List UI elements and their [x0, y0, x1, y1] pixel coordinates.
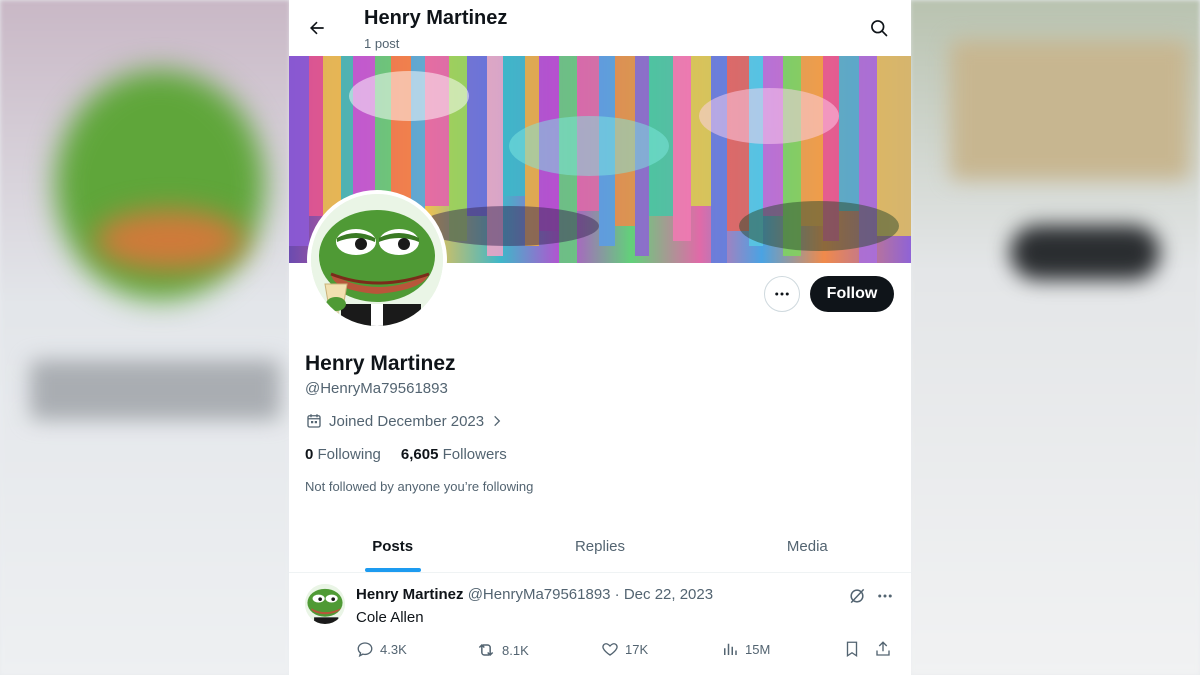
- heart-icon: [602, 643, 618, 656]
- follow-button[interactable]: Follow: [810, 276, 894, 312]
- tab-replies[interactable]: Replies: [496, 520, 703, 572]
- back-button[interactable]: [301, 12, 333, 44]
- search-icon: [871, 20, 888, 37]
- bookmark-button[interactable]: [843, 640, 861, 658]
- background-banner-blur: [950, 40, 1190, 180]
- search-button[interactable]: [863, 12, 895, 44]
- tab-posts[interactable]: Posts: [289, 520, 496, 572]
- arrow-left-icon: [310, 21, 324, 35]
- post-text: Cole Allen: [356, 609, 424, 626]
- background-name-blur: [30, 360, 280, 420]
- page-title: Henry Martinez: [364, 7, 508, 29]
- share-icon: [876, 641, 890, 656]
- tab-media[interactable]: Media: [704, 520, 911, 572]
- views-button[interactable]: 15M: [721, 640, 770, 658]
- post-handle-date[interactable]: @HenryMa79561893 · Dec 22, 2023: [468, 586, 713, 603]
- following-count: 0: [305, 446, 314, 463]
- tab-media-label: Media: [786, 537, 828, 555]
- views-chart-icon: [724, 643, 737, 655]
- following-link[interactable]: 0 Following: [305, 446, 381, 463]
- reply-count: 4.3K: [380, 641, 407, 657]
- followers-link[interactable]: 6,605 Followers: [401, 446, 507, 463]
- not-followed-notice: Not followed by anyone you’re following: [305, 479, 534, 494]
- reply-button[interactable]: 4.3K: [356, 640, 407, 658]
- tab-replies-label: Replies: [574, 537, 625, 555]
- background-blur-accent: [95, 210, 245, 270]
- post-author-name[interactable]: Henry Martinez: [356, 586, 464, 603]
- repost-button[interactable]: 8.1K: [476, 640, 529, 660]
- post-more-button[interactable]: [874, 585, 896, 607]
- post-count: 1 post: [364, 36, 400, 51]
- chevron-right-icon: [494, 415, 501, 427]
- views-count: 15M: [745, 641, 771, 657]
- post-item[interactable]: Henry Martinez @HenryMa79561893 · Dec 22…: [289, 572, 911, 675]
- like-count: 17K: [625, 641, 649, 657]
- joined-text: Joined December 2023: [329, 412, 485, 430]
- profile-avatar[interactable]: [307, 190, 447, 330]
- follow-stats: 0 Following 6,605 Followers: [305, 446, 507, 463]
- pepe-avatar-image: [311, 194, 443, 326]
- reply-icon: [357, 642, 373, 658]
- followers-label: Followers: [442, 446, 507, 463]
- grok-icon: [850, 588, 865, 604]
- profile-more-button[interactable]: [764, 276, 800, 312]
- more-horizontal-icon: [878, 594, 892, 598]
- followers-count: 6,605: [400, 446, 439, 463]
- profile-display-name: Henry Martinez: [305, 352, 456, 375]
- profile-tabs: Posts Replies Media: [289, 520, 911, 573]
- top-bar: Henry Martinez 1 post: [289, 0, 911, 56]
- bookmark-icon: [846, 641, 858, 658]
- tab-posts-label: Posts: [372, 537, 414, 555]
- share-button[interactable]: [874, 640, 892, 658]
- post-header: Henry Martinez @HenryMa79561893 · Dec 22…: [356, 586, 713, 603]
- profile-panel: Henry Martinez 1 post Follow Henry Marti…: [289, 0, 911, 675]
- joined-date-link[interactable]: Joined December 2023: [305, 412, 504, 430]
- calendar-icon: [307, 414, 321, 428]
- background-button-blur: [1010, 225, 1160, 280]
- repost-icon: [478, 643, 494, 657]
- following-label: Following: [317, 446, 381, 463]
- grok-button[interactable]: [846, 585, 868, 607]
- like-button[interactable]: 17K: [601, 640, 648, 658]
- post-actions: 4.3K 8.1K 17K 15M: [356, 640, 896, 662]
- more-horizontal-icon: [775, 292, 789, 296]
- repost-count: 8.1K: [502, 642, 529, 658]
- profile-handle: @HenryMa79561893: [305, 380, 448, 397]
- post-author-avatar[interactable]: [305, 584, 345, 624]
